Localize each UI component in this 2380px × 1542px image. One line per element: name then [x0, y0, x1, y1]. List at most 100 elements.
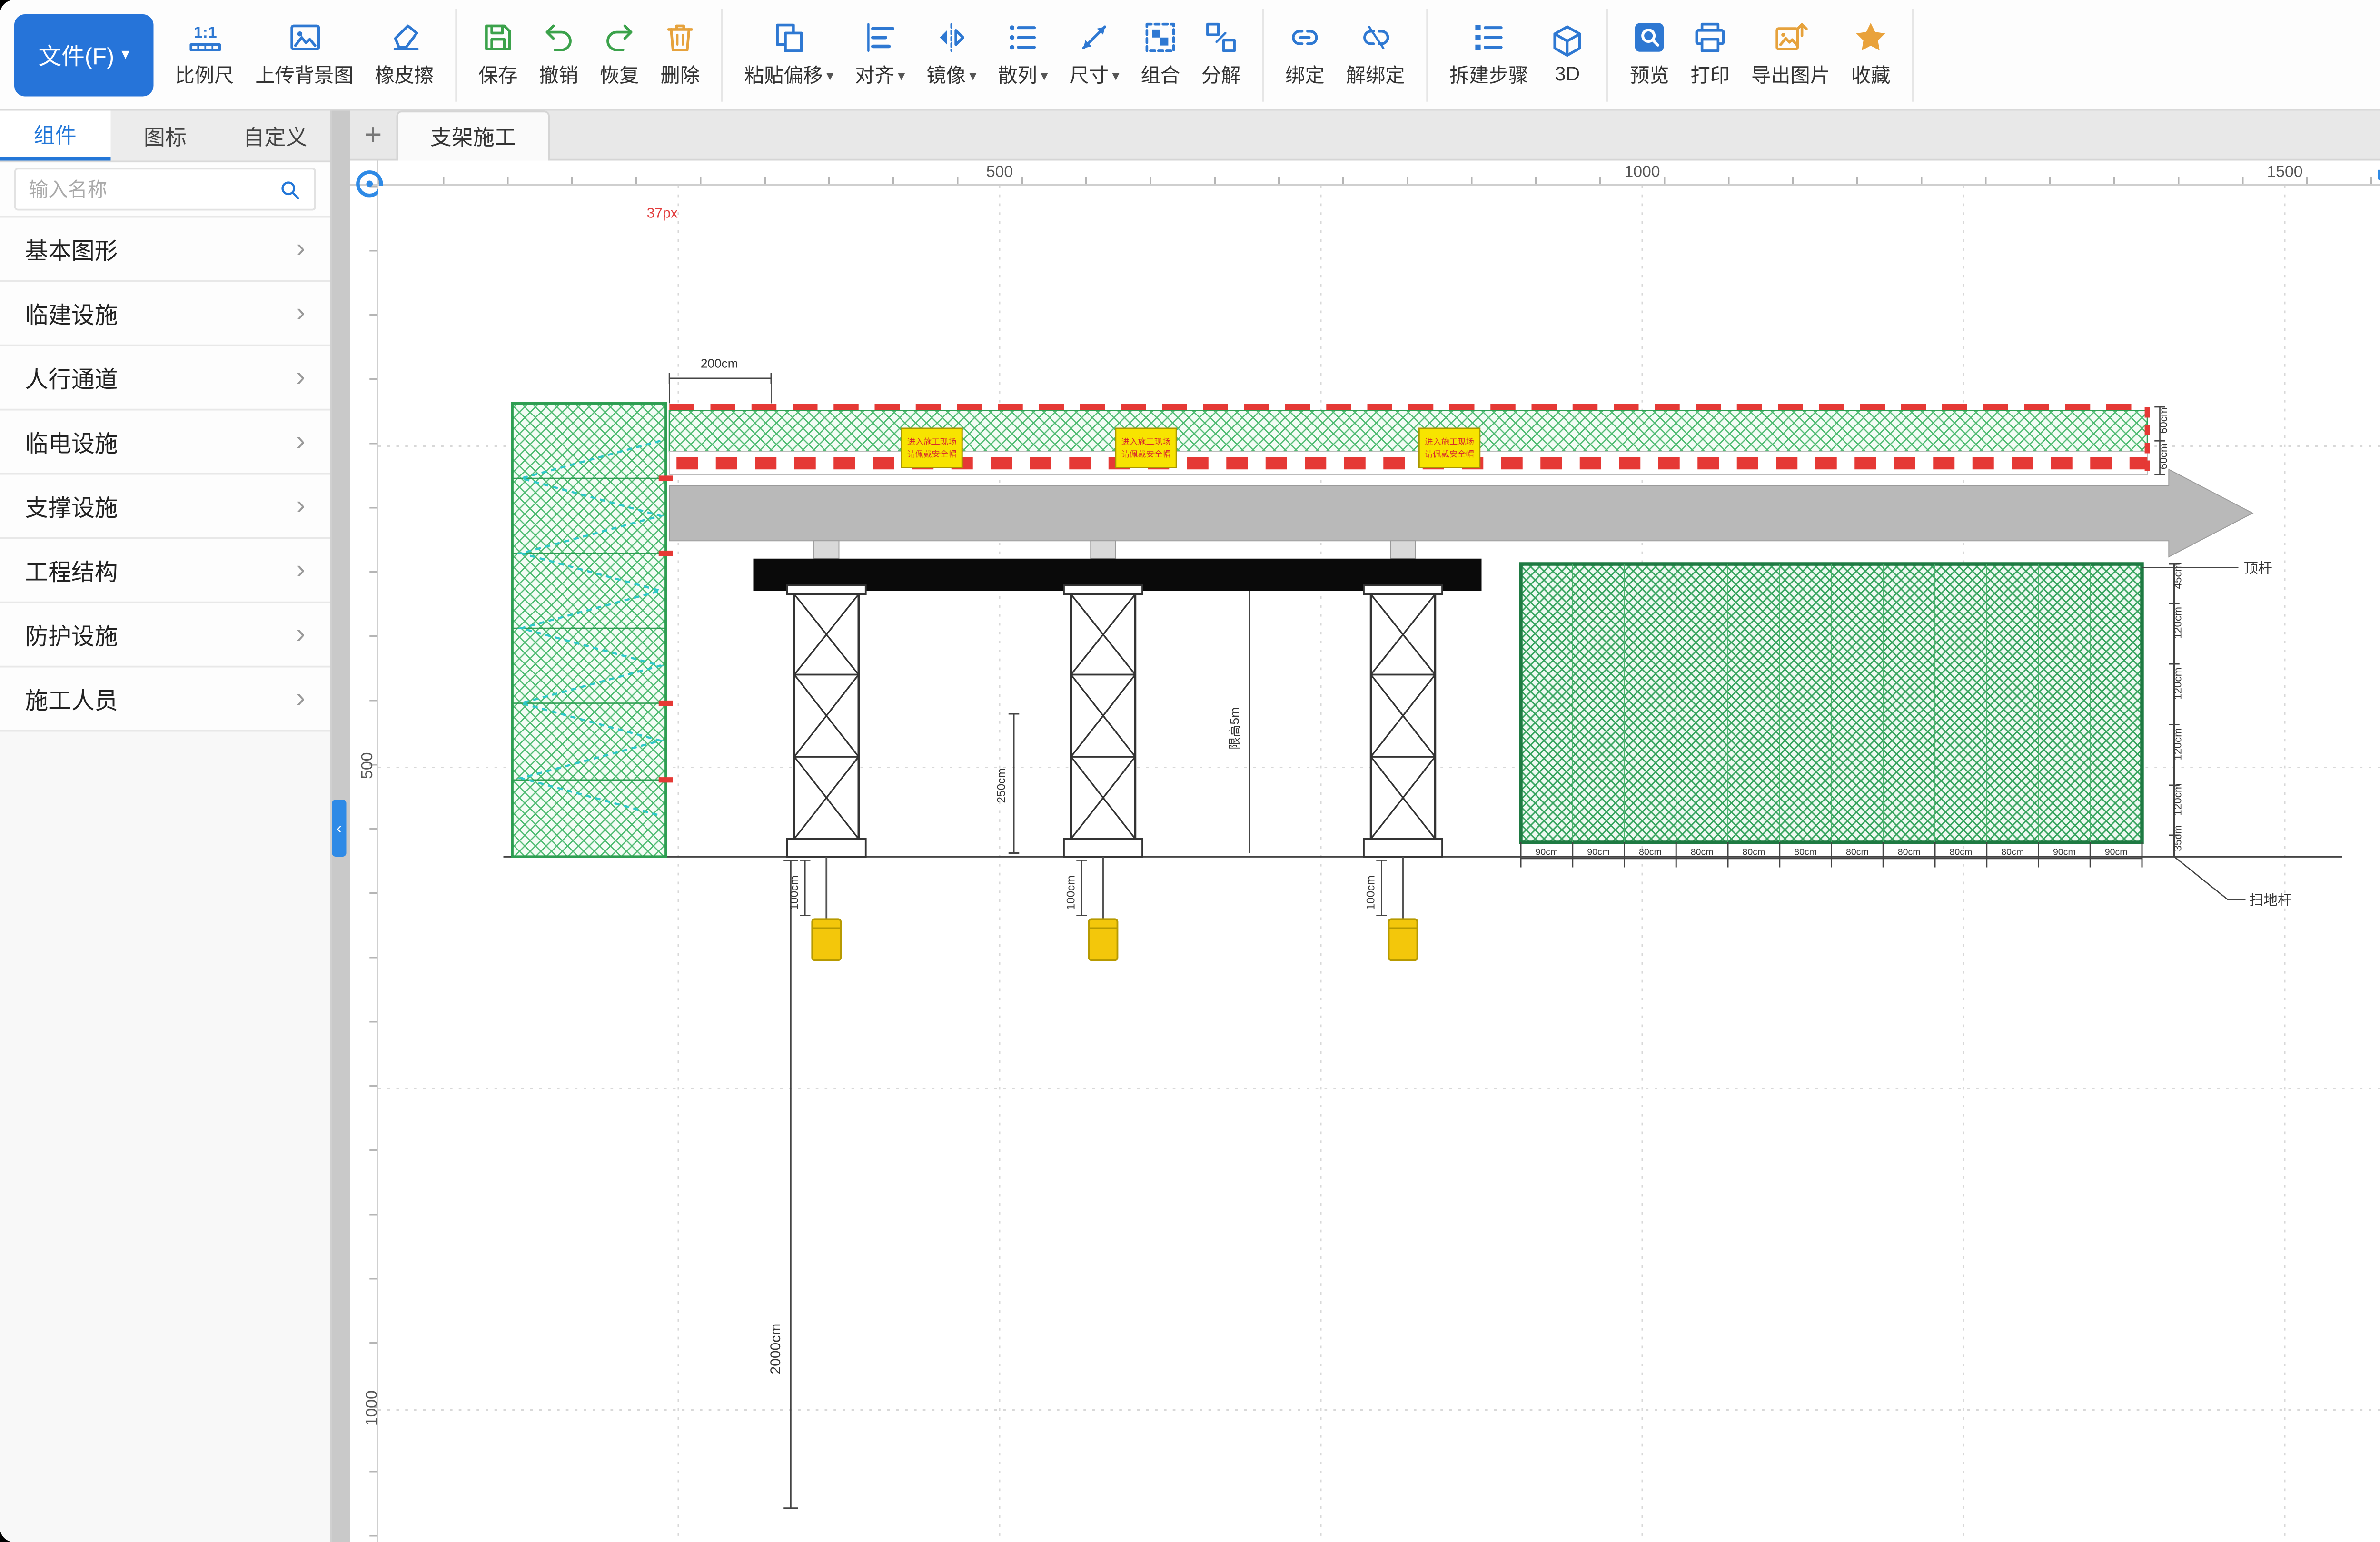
- toolbar-unlink-button[interactable]: 解绑定: [1335, 20, 1416, 89]
- search-input[interactable]: 输入名称: [14, 168, 316, 211]
- toolbar-group: 粘贴偏移▾对齐▾镜像▾散列▾尺寸▾组合分解: [723, 8, 1264, 101]
- toolbar-export-button[interactable]: 导出图片: [1741, 20, 1841, 89]
- ruler-number: 500: [358, 752, 376, 779]
- toolbar-undo-button[interactable]: 撤销: [528, 20, 589, 89]
- category-label: 基本图形: [25, 232, 297, 266]
- preview-icon: [1632, 20, 1667, 55]
- column-top-plate: [787, 585, 866, 594]
- toolbar-redo-button[interactable]: 恢复: [589, 20, 650, 89]
- scaffold-drawing: 37px 2000cm: [378, 186, 2380, 1542]
- toolbar-steps-button[interactable]: 拆建步骤: [1439, 20, 1539, 89]
- sidebar-category-item[interactable]: 防护设施›: [0, 603, 330, 668]
- sign-text-line1: 进入施工现场: [1425, 437, 1474, 446]
- print-icon: [1692, 20, 1728, 55]
- toolbar-scatter-button[interactable]: 散列▾: [987, 20, 1059, 89]
- warning-sign: [1419, 428, 1480, 468]
- svg-text:120cm: 120cm: [2172, 667, 2184, 700]
- app-window: 文件(F) ▾ 1:1比例尺上传背景图橡皮擦保存撤销恢复删除粘贴偏移▾对齐▾镜像…: [0, 0, 2380, 1542]
- toolbar-star-button[interactable]: 收藏: [1841, 20, 1902, 89]
- toolbar-preview-button[interactable]: 预览: [1619, 20, 1680, 89]
- toolbar-dimension-button[interactable]: 尺寸▾: [1059, 20, 1130, 89]
- toolbar-print-button[interactable]: 打印: [1680, 20, 1741, 89]
- search-placeholder: 输入名称: [29, 175, 278, 204]
- image-icon: [287, 20, 322, 55]
- safety-net-panel[interactable]: [1521, 564, 2142, 842]
- sidebar-tab-custom[interactable]: 自定义: [220, 111, 330, 161]
- file-menu-label: 文件(F): [38, 38, 114, 71]
- svg-text:限高5m: 限高5m: [1228, 707, 1242, 750]
- safety-banner[interactable]: [669, 407, 2147, 475]
- warning-drum: [1089, 919, 1118, 960]
- bottom-dim-label: 80cm: [1691, 847, 1714, 857]
- sidebar-category-item[interactable]: 支撑设施›: [0, 475, 330, 539]
- toolbar-trash-button[interactable]: 删除: [650, 20, 711, 89]
- warning-drum: [812, 919, 841, 960]
- component-category-list: 基本图形›临建设施›人行通道›临电设施›支撑设施›工程结构›防护设施›施工人员›: [0, 218, 330, 732]
- eraser-icon: [387, 20, 422, 55]
- dim-250: 250cm: [995, 714, 1019, 853]
- svg-text:60cm: 60cm: [2158, 443, 2170, 469]
- toolbar-button-label: 拆建步骤: [1449, 61, 1528, 89]
- toolbar-align-button[interactable]: 对齐▾: [844, 20, 916, 89]
- toolbar-eraser-button[interactable]: 橡皮擦: [364, 20, 445, 89]
- svg-text:250cm: 250cm: [995, 768, 1008, 803]
- svg-text:120cm: 120cm: [2172, 783, 2184, 816]
- toolbar-button-label: 预览: [1630, 61, 1669, 89]
- roadway-arrow[interactable]: [669, 469, 2252, 557]
- add-tab-button[interactable]: +: [350, 117, 397, 153]
- stair-tower[interactable]: [512, 404, 673, 857]
- cube-icon: [1549, 23, 1585, 59]
- collapse-left-handle[interactable]: ‹: [332, 800, 347, 857]
- toolbar-mirror-button[interactable]: 镜像▾: [916, 20, 987, 89]
- svg-text:60cm: 60cm: [2158, 407, 2170, 434]
- bottom-dim-label: 80cm: [1794, 847, 1817, 857]
- toolbar-scale-button[interactable]: 1:1比例尺: [164, 20, 245, 89]
- bottom-dimension-chain: 90cm90cm80cm80cm80cm80cm80cm80cm80cm80cm…: [1521, 842, 2142, 868]
- category-label: 防护设施: [25, 618, 297, 652]
- mirror-icon: [933, 20, 969, 55]
- toolbar-button-label: 绑定: [1285, 61, 1325, 89]
- sign-text-line2: 请佩戴安全帽: [1121, 449, 1171, 459]
- toolbar-button-label: 收藏: [1851, 61, 1891, 89]
- link-icon: [1287, 20, 1323, 55]
- toolbar-image-button[interactable]: 上传背景图: [245, 20, 364, 89]
- canvas-note-label: 37px: [647, 206, 678, 221]
- document-tab[interactable]: 支架施工: [397, 110, 550, 160]
- sidebar-category-item[interactable]: 施工人员›: [0, 668, 330, 732]
- sidebar-tab-icons[interactable]: 图标: [110, 111, 220, 161]
- sidebar-category-item[interactable]: 临电设施›: [0, 411, 330, 475]
- file-menu-button[interactable]: 文件(F) ▾: [14, 13, 154, 96]
- bottom-dim-label: 80cm: [1846, 847, 1869, 857]
- bottom-dim-label: 90cm: [1536, 847, 1558, 857]
- toolbar-paste-button[interactable]: 粘贴偏移▾: [734, 20, 844, 89]
- column-base-plate: [787, 839, 866, 857]
- scale-icon: 1:1: [187, 20, 222, 55]
- steps-icon: [1471, 20, 1507, 55]
- toolbar-button-label: 上传背景图: [255, 61, 353, 89]
- sidebar-tab-components[interactable]: 组件: [0, 111, 110, 161]
- warning-drum: [1389, 919, 1418, 960]
- sidebar-category-item[interactable]: 工程结构›: [0, 539, 330, 603]
- toolbar-group: 预览打印导出图片收藏: [1608, 8, 1914, 101]
- bottom-dim-label: 80cm: [2001, 847, 2024, 857]
- sidebar-category-item[interactable]: 人行通道›: [0, 346, 330, 411]
- toolbar-group-button[interactable]: 组合: [1130, 20, 1191, 89]
- toolbar-ungroup-button[interactable]: 分解: [1191, 20, 1252, 89]
- bottom-dim-label: 80cm: [1639, 847, 1662, 857]
- drawing-canvas[interactable]: 37px 2000cm: [378, 186, 2380, 1542]
- toolbar-cube-button[interactable]: 3D: [1539, 23, 1596, 86]
- chevron-right-icon: ›: [297, 683, 306, 714]
- svg-text:120cm: 120cm: [2172, 728, 2184, 761]
- chevron-right-icon: ›: [297, 234, 306, 264]
- sidebar-category-item[interactable]: 基本图形›: [0, 218, 330, 282]
- toolbar-button-label: 保存: [478, 61, 518, 89]
- toolbar-link-button[interactable]: 绑定: [1275, 20, 1336, 89]
- toolbar-save-button[interactable]: 保存: [468, 20, 529, 89]
- sign-text-line2: 请佩戴安全帽: [907, 449, 957, 459]
- svg-text:45cm: 45cm: [2172, 563, 2184, 589]
- right-dimension-chain: 45cm 120cm 120cm 120cm 120cm 35cm: [2169, 563, 2183, 857]
- ruler-ticks: [369, 186, 377, 1542]
- sidebar-category-item[interactable]: 临建设施›: [0, 282, 330, 346]
- chevron-down-icon: ▾: [1112, 67, 1119, 83]
- scatter-icon: [1005, 20, 1041, 55]
